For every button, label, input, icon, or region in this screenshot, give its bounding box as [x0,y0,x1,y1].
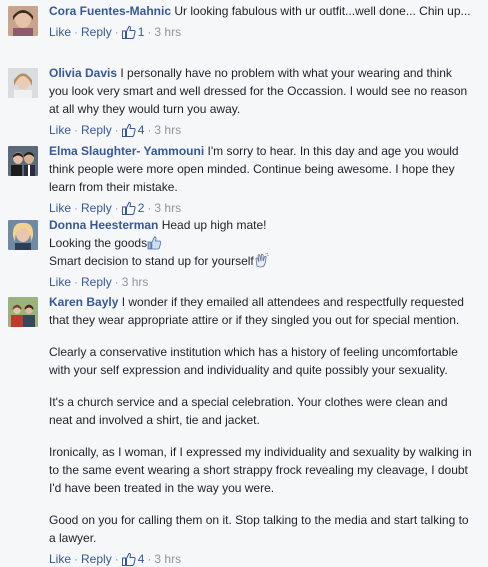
like-count[interactable]: 1 [121,25,145,39]
comment-body-line1: Head up high mate! [161,218,267,232]
comment-paragraph: It's a church service and a special cele… [49,395,448,427]
comment-text: Cora Fuentes-Mahnic Ur looking fabulous … [49,2,474,20]
like-link[interactable]: Like [49,123,71,137]
like-link[interactable]: Like [49,552,71,566]
comment-text: Elma Slaughter- Yammouni I'm sorry to he… [49,142,474,196]
like-link[interactable]: Like [49,25,71,39]
like-count-value: 2 [137,201,145,215]
comment-author[interactable]: Cora Fuentes-Mahnic [49,4,171,18]
comment-text: Donna Heesterman Head up high mate! Look… [49,216,474,270]
comment-paragraph: Clearly a conservative institution which… [49,345,458,377]
reply-link[interactable]: Reply [81,123,112,137]
thumbs-up-icon [121,201,136,215]
comment-body-line2: Looking the goods [49,236,148,250]
like-count[interactable]: 2 [121,201,145,215]
comment-actions: Like · Reply · 2 · 3 hrs [49,201,182,215]
like-count-value: 4 [137,123,145,137]
avatar[interactable] [8,6,38,36]
comment-paragraph: Good on you for calling them on it. Stop… [49,513,469,545]
comment-actions: Like · Reply · 1 · 3 hrs [49,25,182,39]
like-count-value: 1 [137,25,145,39]
like-link[interactable]: Like [49,275,71,289]
like-link[interactable]: Like [49,201,71,215]
avatar[interactable] [8,68,38,98]
reply-link[interactable]: Reply [81,25,112,39]
comment-actions: Like · Reply · 3 hrs [49,275,149,289]
thumbs-up-icon [121,25,136,39]
comment-time[interactable]: 3 hrs [154,201,181,215]
like-count[interactable]: 4 [121,552,145,566]
comment-author[interactable]: Elma Slaughter- Yammouni [49,144,204,158]
comment-paragraph: Ironically, as I woman, if I expressed m… [49,445,472,495]
like-count[interactable]: 4 [121,123,145,137]
avatar[interactable] [8,297,38,327]
comment-body: Ur looking fabulous with ur outfit...wel… [174,4,471,18]
comment-actions: Like · Reply · 4 · 3 hrs [49,552,182,566]
comment-text: Karen Bayly I wonder if they emailed all… [49,293,474,329]
avatar[interactable] [8,146,38,176]
comment-time[interactable]: 3 hrs [154,123,181,137]
thumbs-up-icon [121,552,136,566]
comment-author[interactable]: Olivia Davis [49,66,117,80]
thumbs-up-icon [121,123,136,137]
reply-link[interactable]: Reply [81,275,112,289]
comment-actions: Like · Reply · 4 · 3 hrs [49,123,182,137]
like-count-value: 4 [137,552,145,566]
avatar[interactable] [8,220,38,250]
comment-time[interactable]: 3 hrs [122,275,149,289]
thumbs-up-emoticon-icon [147,236,162,250]
clapping-hands-icon [255,253,269,268]
comment-body-line3: Smart decision to stand up for yourself [49,254,254,268]
comment-text: Olivia Davis I personally have no proble… [49,64,474,118]
reply-link[interactable]: Reply [81,552,112,566]
comment-time[interactable]: 3 hrs [154,552,181,566]
comment-author[interactable]: Karen Bayly [49,295,118,309]
comment-time[interactable]: 3 hrs [154,25,181,39]
comment-author[interactable]: Donna Heesterman [49,218,158,232]
comment-thread: Cora Fuentes-Mahnic Ur looking fabulous … [0,0,488,566]
reply-link[interactable]: Reply [81,201,112,215]
